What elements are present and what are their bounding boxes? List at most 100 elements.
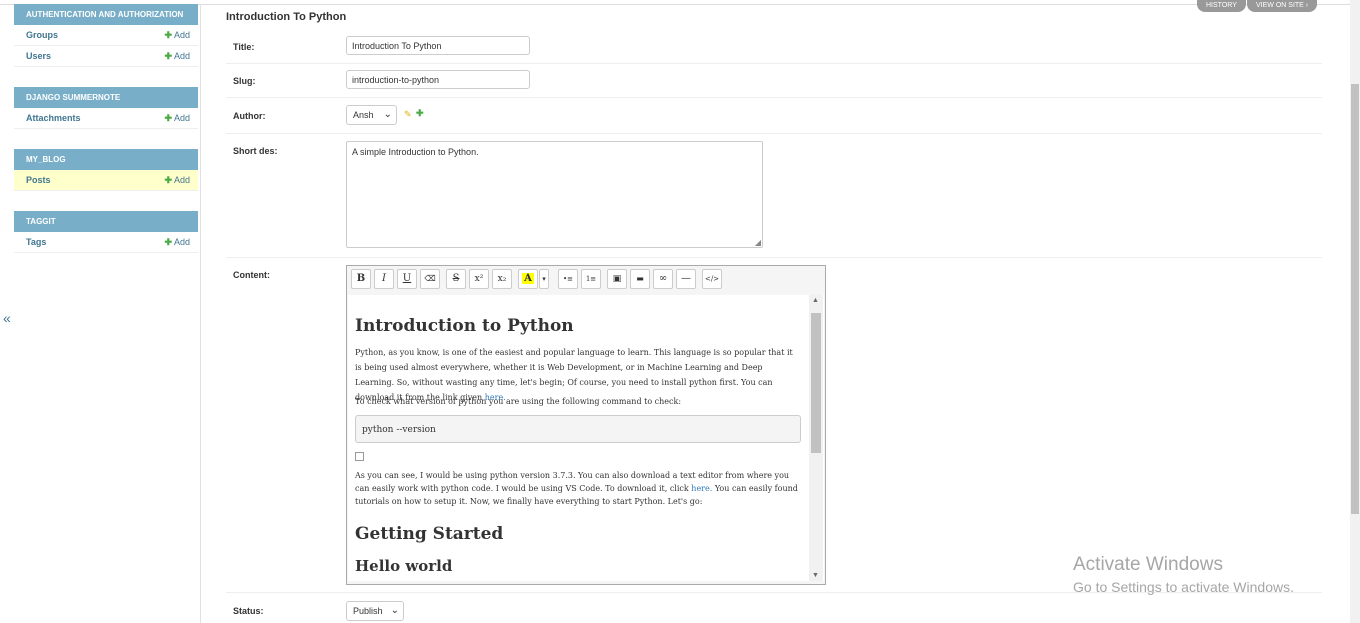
add-label: Add [173,113,190,123]
add-tags-link[interactable]: ✚ Add [164,232,190,252]
content-label: Content: [233,270,270,280]
watermark-subtitle: Go to Settings to activate Windows. [1073,579,1294,595]
author-selected-value: Ansh [353,110,374,120]
plus-icon: ✚ [164,51,172,61]
title-row: Title: [226,30,1322,64]
scroll-up-icon[interactable]: ▲ [812,297,819,304]
bullet-list-button[interactable]: •≡ [558,269,578,289]
eraser-icon[interactable]: ⌫ [420,269,440,289]
add-author-icon[interactable]: ✚ [416,108,424,119]
top-border [0,0,1360,5]
numbered-list-button[interactable]: 1≡ [581,269,601,289]
content-subheading: Getting Started [355,524,504,544]
watermark-title: Activate Windows [1073,554,1223,575]
add-label: Add [173,51,190,61]
app-sidebar: Authentication and Authorization Groups … [14,4,201,623]
sidebar-item-label[interactable]: Posts [26,175,51,185]
superscript-button[interactable]: x² [469,269,489,289]
link-icon[interactable]: ∞ [653,269,673,289]
editor-scroll-thumb[interactable] [811,313,821,453]
slug-label: Slug: [233,76,256,86]
sidebar-item-label[interactable]: Tags [26,237,46,247]
sidebar-item-attachments[interactable]: Attachments ✚ Add [14,108,198,129]
short-des-textarea[interactable]: A simple Introduction to Python. ◢ [346,141,763,248]
plus-icon: ✚ [164,30,172,40]
sidebar-item-label[interactable]: Groups [26,30,58,40]
edit-pencil-icon[interactable]: ✎ [404,109,412,120]
add-label: Add [173,175,190,185]
add-posts-link[interactable]: ✚ Add [164,170,190,190]
video-icon[interactable]: ▬ [630,269,650,289]
add-label: Add [173,30,190,40]
code-block: python --version [355,415,801,443]
scroll-down-icon[interactable]: ▼ [812,572,819,579]
content-paragraph: To check what version of python you are … [355,397,682,406]
plus-icon: ✚ [164,237,172,247]
view-on-site-button[interactable]: View on site › [1247,0,1318,12]
page-scroll-thumb[interactable] [1351,84,1359,514]
author-label: Author: [233,111,266,121]
add-groups-link[interactable]: ✚ Add [164,25,190,45]
history-button[interactable]: History [1197,0,1246,12]
add-users-link[interactable]: ✚ Add [164,46,190,66]
italic-button[interactable]: I [374,269,394,289]
editor-scrollbar[interactable]: ▲ ▼ [809,295,823,581]
text-color-label: A [522,273,534,284]
content-paragraph: As you can see, I would be using python … [355,469,801,508]
chevron-down-icon[interactable]: ▾ [539,269,549,289]
code-view-button[interactable]: </> [702,269,722,289]
sidebar-item-groups[interactable]: Groups ✚ Add [14,25,198,46]
windows-activation-watermark: Activate Windows Go to Settings to activ… [1073,554,1294,595]
title-input[interactable] [346,36,530,55]
resize-handle-icon[interactable]: ◢ [755,238,761,247]
title-label: Title: [233,42,255,52]
plus-icon: ✚ [164,175,172,185]
module-caption[interactable]: Authentication and Authorization [14,4,198,25]
bold-button[interactable]: B [351,269,371,289]
chevron-down-icon: ⌄ [383,109,392,120]
page-scrollbar[interactable] [1350,0,1360,623]
plus-icon: ✚ [164,113,172,123]
module-caption[interactable]: Django Summernote [14,87,198,108]
broken-image-icon [355,452,364,461]
content-subheading: Hello world [355,557,453,575]
author-row: Author: Ansh ⌄ ✎ ✚ [226,98,1322,134]
module-caption[interactable]: Taggit [14,211,198,232]
view-on-site-label: View on site [1256,2,1304,9]
slug-row: Slug: [226,64,1322,98]
chevron-right-icon: › [1305,2,1309,9]
collapse-sidebar-button[interactable]: « [3,310,11,326]
sidebar-item-tags[interactable]: Tags ✚ Add [14,232,198,253]
short-des-label: Short des: [233,146,278,156]
add-attachments-link[interactable]: ✚ Add [164,108,190,128]
sidebar-item-label[interactable]: Attachments [26,113,81,123]
rich-text-editor: B I U ⌫ S x² x₂ A ▾ •≡ 1≡ ▣ ▬ ∞ — </> In… [346,265,826,585]
chevron-down-icon: ⌄ [390,605,399,616]
content-heading: Introduction to Python [355,316,574,336]
sidebar-item-users[interactable]: Users ✚ Add [14,46,198,67]
download-vscode-link[interactable]: here. [691,484,712,493]
horizontal-rule-button[interactable]: — [676,269,696,289]
editor-content-area[interactable]: Introduction to Python Python, as you kn… [348,295,824,581]
slug-input[interactable] [346,70,530,89]
image-icon[interactable]: ▣ [607,269,627,289]
module-caption[interactable]: My_Blog [14,149,198,170]
status-label: Status: [233,606,264,616]
module-my-blog: My_Blog Posts ✚ Add [14,149,200,191]
status-select[interactable]: Publish ⌄ [346,601,404,621]
text-color-button[interactable]: A [518,269,538,289]
strikethrough-button[interactable]: S [446,269,466,289]
status-selected-value: Publish [353,606,383,616]
underline-button[interactable]: U [397,269,417,289]
module-taggit: Taggit Tags ✚ Add [14,211,200,253]
author-select[interactable]: Ansh ⌄ [346,105,397,125]
subscript-button[interactable]: x₂ [492,269,512,289]
module-auth: Authentication and Authorization Groups … [14,4,200,67]
sidebar-item-posts[interactable]: Posts ✚ Add [14,170,198,191]
sidebar-item-label[interactable]: Users [26,51,51,61]
status-row: Status: Publish ⌄ [226,593,1322,623]
page-title: Introduction To Python [226,11,347,23]
